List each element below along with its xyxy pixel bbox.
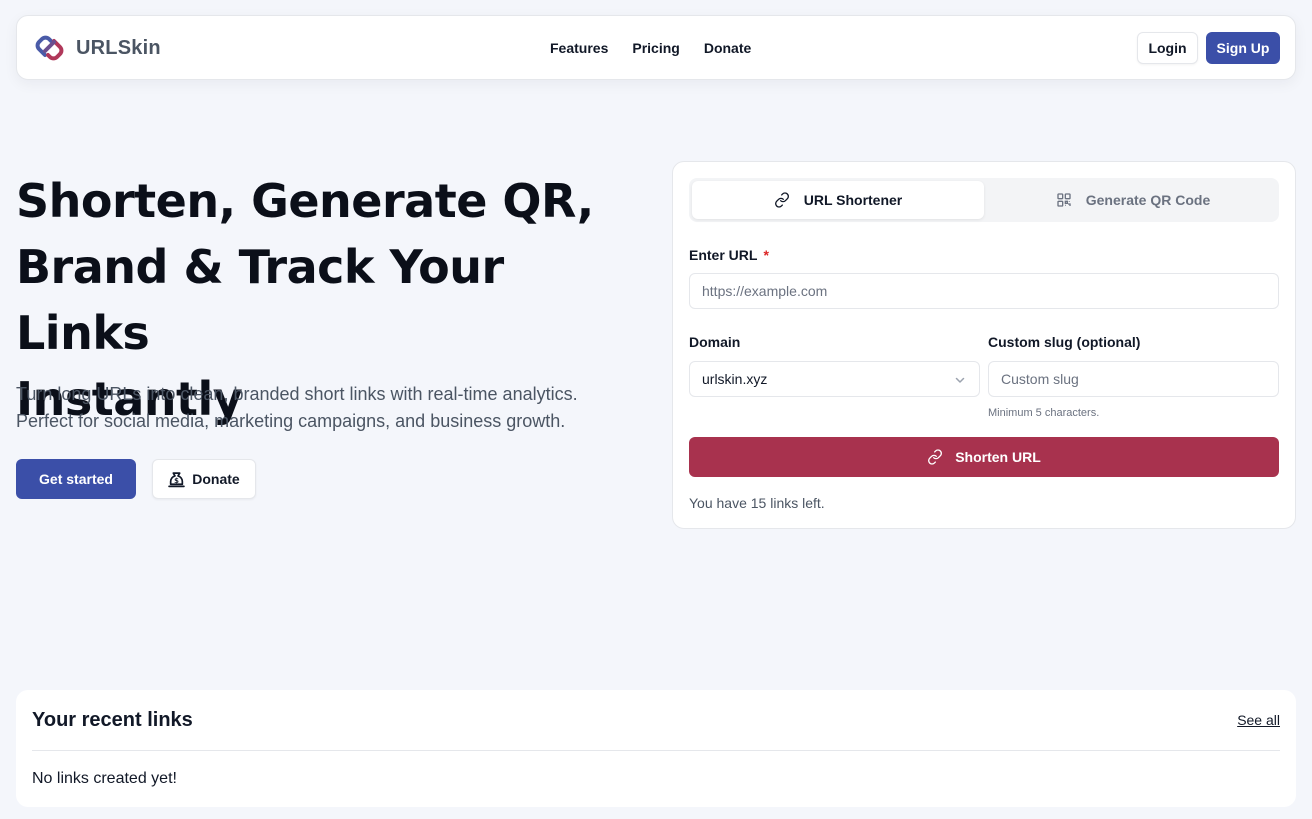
tab-url-shortener[interactable]: URL Shortener: [692, 181, 984, 219]
url-label-text: Enter URL: [689, 247, 758, 263]
nav-link-donate[interactable]: Donate: [704, 40, 751, 56]
get-started-button[interactable]: Get started: [16, 459, 136, 499]
see-all-link[interactable]: See all: [1237, 712, 1280, 728]
tab-label: URL Shortener: [803, 192, 903, 208]
url-input[interactable]: [689, 273, 1279, 309]
slug-label: Custom slug (optional): [988, 334, 1141, 350]
hero-title-line: Brand & Track Your Links: [16, 240, 504, 360]
nav-link-features[interactable]: Features: [550, 40, 608, 56]
links-left-text: You have 15 links left.: [689, 495, 825, 511]
hero-subtitle-line: Perfect for social media, marketing camp…: [16, 411, 566, 431]
nav-links: Features Pricing Donate: [550, 16, 775, 79]
nav-link-pricing[interactable]: Pricing: [632, 40, 679, 56]
required-mark: *: [763, 247, 769, 263]
link-icon: [928, 449, 943, 465]
login-button[interactable]: Login: [1137, 32, 1198, 64]
logo-icon: [35, 35, 64, 61]
hero-subtitle-line: Turn long URLs into clean, branded short…: [16, 384, 578, 404]
divider: [32, 750, 1280, 751]
link-icon: [774, 192, 789, 208]
slug-hint: Minimum 5 characters.: [988, 407, 1100, 419]
tab-generate-qr-code[interactable]: Generate QR Code: [987, 181, 1279, 219]
signup-button[interactable]: Sign Up: [1206, 32, 1280, 64]
tab-list: URL Shortener Generate QR Code: [689, 178, 1279, 222]
brand-name: URLSkin: [76, 36, 161, 59]
recent-links-panel: Your recent links See all No links creat…: [16, 690, 1296, 807]
hero-subtitle: Turn long URLs into clean, branded short…: [16, 381, 616, 435]
tab-label: Generate QR Code: [1085, 192, 1211, 208]
brand[interactable]: URLSkin: [33, 33, 161, 63]
chevron-down-icon: [955, 377, 965, 383]
domain-label: Domain: [689, 334, 741, 350]
empty-state-text: No links created yet!: [32, 770, 177, 787]
money-bag-icon: $: [168, 471, 186, 487]
donate-button[interactable]: $ Donate: [152, 459, 256, 499]
domain-select-value: urlskin.xyz: [702, 371, 768, 387]
navbar: URLSkin Features Pricing Donate Login Si…: [16, 15, 1296, 80]
recent-links-title: Your recent links: [32, 709, 193, 731]
domain-select[interactable]: urlskin.xyz: [689, 361, 980, 397]
shorten-url-button[interactable]: Shorten URL: [689, 437, 1279, 477]
url-label: Enter URL *: [689, 247, 769, 263]
shorten-url-label: Shorten URL: [955, 449, 1041, 465]
shortener-card: URL Shortener Generate QR Code Enter URL…: [672, 161, 1296, 529]
hero-title-line: Shorten, Generate QR,: [16, 174, 594, 228]
donate-label: Donate: [192, 471, 240, 487]
qr-code-icon: [1057, 193, 1071, 207]
slug-input[interactable]: [988, 361, 1279, 397]
svg-text:$: $: [174, 477, 179, 485]
